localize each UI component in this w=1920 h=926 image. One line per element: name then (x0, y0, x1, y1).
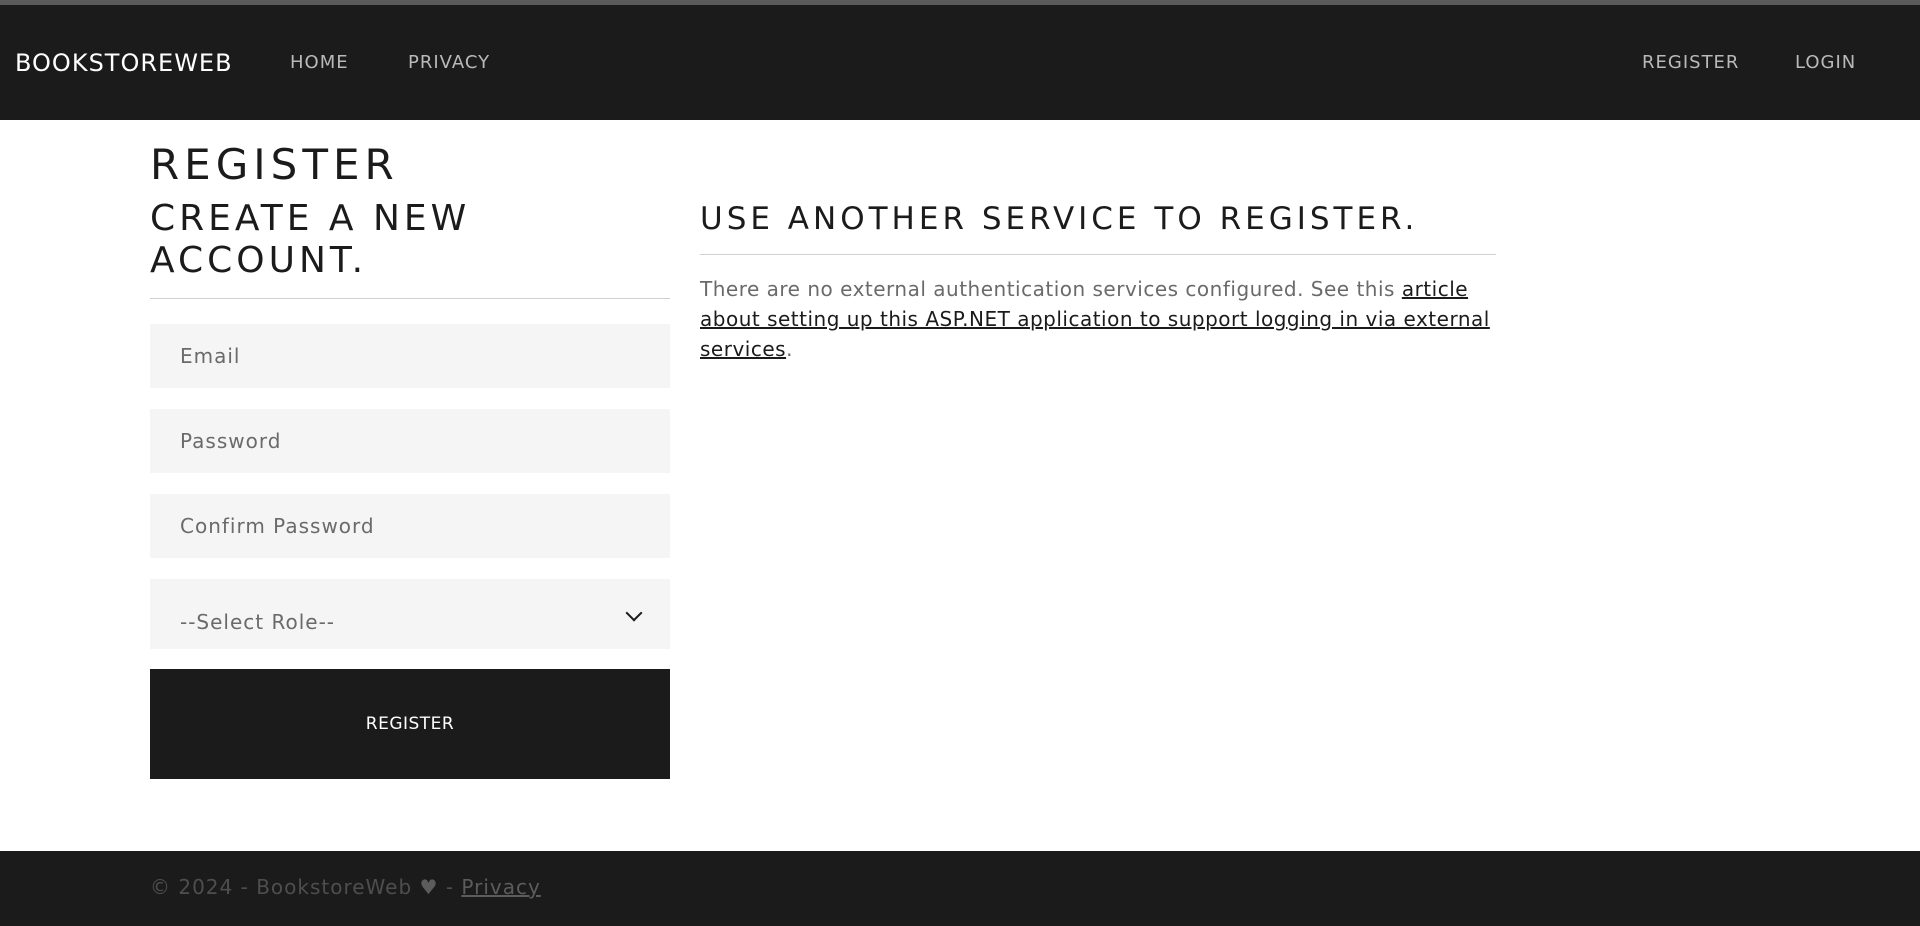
form-subtitle: CREATE A NEW ACCOUNT. (150, 198, 471, 281)
nav-register-link[interactable]: REGISTER (1642, 52, 1739, 73)
nav-privacy-link[interactable]: PRIVACY (408, 52, 490, 73)
footer-copyright: © 2024 - BookstoreWeb (150, 875, 413, 899)
external-text-suffix: . (786, 337, 793, 361)
email-field[interactable]: Email (150, 324, 670, 388)
page-title: REGISTER (150, 140, 399, 189)
confirm-password-placeholder: Confirm Password (180, 514, 375, 538)
nav-login-link[interactable]: LOGIN (1795, 52, 1856, 73)
password-placeholder: Password (180, 429, 282, 453)
register-button[interactable]: REGISTER (150, 669, 670, 779)
external-title: USE ANOTHER SERVICE TO REGISTER. (700, 201, 1419, 237)
brand-link[interactable]: BOOKSTOREWEB (15, 49, 233, 77)
register-form-section: CREATE A NEW ACCOUNT. Email Password Con… (150, 198, 670, 779)
footer: © 2024 - BookstoreWeb ♥ - Privacy (0, 851, 1920, 926)
confirm-password-field[interactable]: Confirm Password (150, 494, 670, 558)
form-divider (150, 298, 670, 299)
password-field[interactable]: Password (150, 409, 670, 473)
footer-separator: - (445, 875, 455, 899)
external-text-prefix: There are no external authentication ser… (700, 277, 1402, 301)
footer-privacy-link[interactable]: Privacy (461, 875, 540, 899)
navbar: BOOKSTOREWEB HOME PRIVACY REGISTER LOGIN (0, 5, 1920, 120)
external-divider (700, 254, 1496, 255)
role-select-value: --Select Role-- (180, 610, 336, 634)
heart-icon: ♥ (419, 875, 439, 899)
chevron-down-icon (625, 604, 643, 622)
email-placeholder: Email (180, 344, 241, 368)
external-login-section: USE ANOTHER SERVICE TO REGISTER. There a… (700, 198, 1496, 361)
external-info-text: There are no external authentication ser… (700, 274, 1500, 364)
footer-text: © 2024 - BookstoreWeb ♥ - Privacy (150, 875, 541, 899)
role-select[interactable]: --Select Role-- (150, 579, 670, 649)
nav-home-link[interactable]: HOME (290, 52, 349, 73)
